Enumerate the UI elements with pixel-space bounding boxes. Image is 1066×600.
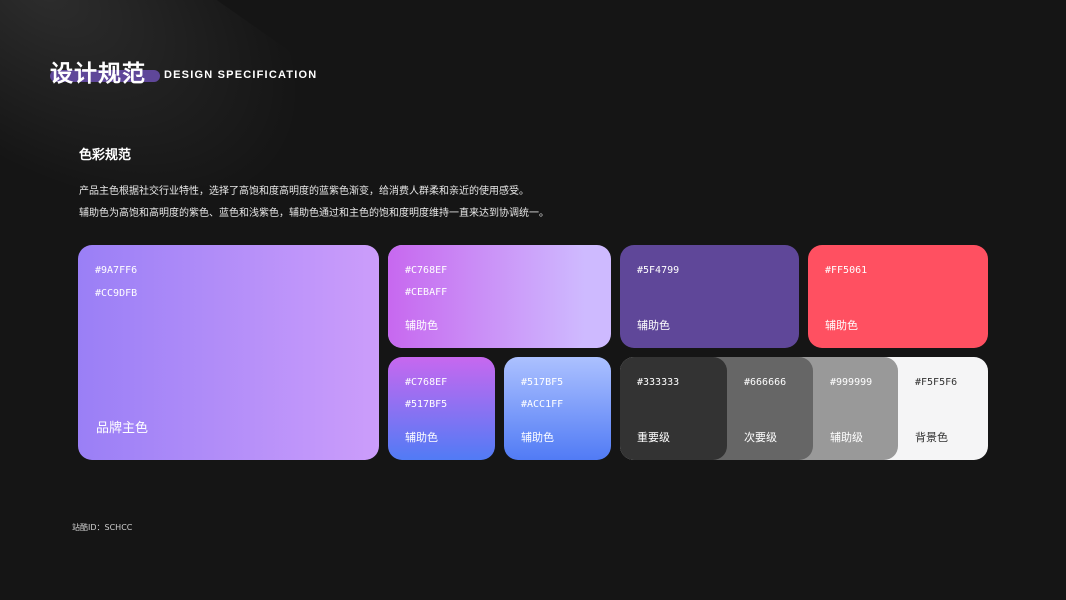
swatch-label: 品牌主色 xyxy=(96,421,149,436)
swatch-purple-blue-gradient: #C768EF #517BF5 辅助色 xyxy=(388,357,495,460)
swatch-label: 次要级 xyxy=(744,431,777,444)
swatch-code: #F5F5F6 xyxy=(915,377,958,388)
swatch-code: #9A7FF6 xyxy=(95,265,138,276)
swatch-code: #FF5061 xyxy=(825,265,868,276)
swatch-code: #517BF5 xyxy=(405,399,448,410)
swatch-code: #333333 xyxy=(637,377,680,388)
swatch-blue-gradient: #517BF5 #ACC1FF 辅助色 xyxy=(504,357,611,460)
section-description-line-1: 产品主色根据社交行业特性，选择了高饱和度高明度的蓝紫色渐变，给消费人群柔和亲近的… xyxy=(79,186,529,197)
swatch-code: #CEBAFF xyxy=(405,287,448,298)
section-description-line-2: 辅助色为高饱和高明度的紫色、蓝色和浅紫色，辅助色通过和主色的饱和度明度维持一直来… xyxy=(79,208,549,219)
swatch-code: #CC9DFB xyxy=(95,288,138,299)
swatch-label: 辅助色 xyxy=(405,319,438,332)
swatch-code: #666666 xyxy=(744,377,787,388)
swatch-purple-gradient: #C768EF #CEBAFF 辅助色 xyxy=(388,245,611,348)
swatch-code: #ACC1FF xyxy=(521,399,564,410)
swatch-red: #FF5061 辅助色 xyxy=(808,245,988,348)
swatch-code: #999999 xyxy=(830,377,873,388)
swatch-code: #5F4799 xyxy=(637,265,680,276)
swatch-label: 辅助色 xyxy=(825,319,858,332)
swatch-label: 辅助色 xyxy=(405,431,438,444)
section-title: 色彩规范 xyxy=(79,148,132,163)
page-subtitle: DESIGN SPECIFICATION xyxy=(164,69,318,81)
footer-credit: 站酷ID：SCHCC xyxy=(72,523,133,532)
swatch-label: 背景色 xyxy=(915,431,948,444)
swatch-brand-primary: #9A7FF6 #CC9DFB 品牌主色 xyxy=(78,245,379,460)
swatch-gray-scale: #F5F5F6 背景色 #999999 辅助级 #666666 次要级 #333… xyxy=(620,357,988,460)
swatch-label: 辅助级 xyxy=(830,431,863,444)
swatch-gray-primary: #333333 重要级 xyxy=(620,357,727,460)
page-title: 设计规范 xyxy=(50,61,146,87)
swatch-code: #517BF5 xyxy=(521,377,564,388)
swatch-code: #C768EF xyxy=(405,265,448,276)
swatch-label: 辅助色 xyxy=(637,319,670,332)
title-group: 设计规范 xyxy=(50,54,160,87)
swatch-label: 重要级 xyxy=(637,431,670,444)
swatch-label: 辅助色 xyxy=(521,431,554,444)
swatch-code: #C768EF xyxy=(405,377,448,388)
swatch-deep-purple: #5F4799 辅助色 xyxy=(620,245,799,348)
